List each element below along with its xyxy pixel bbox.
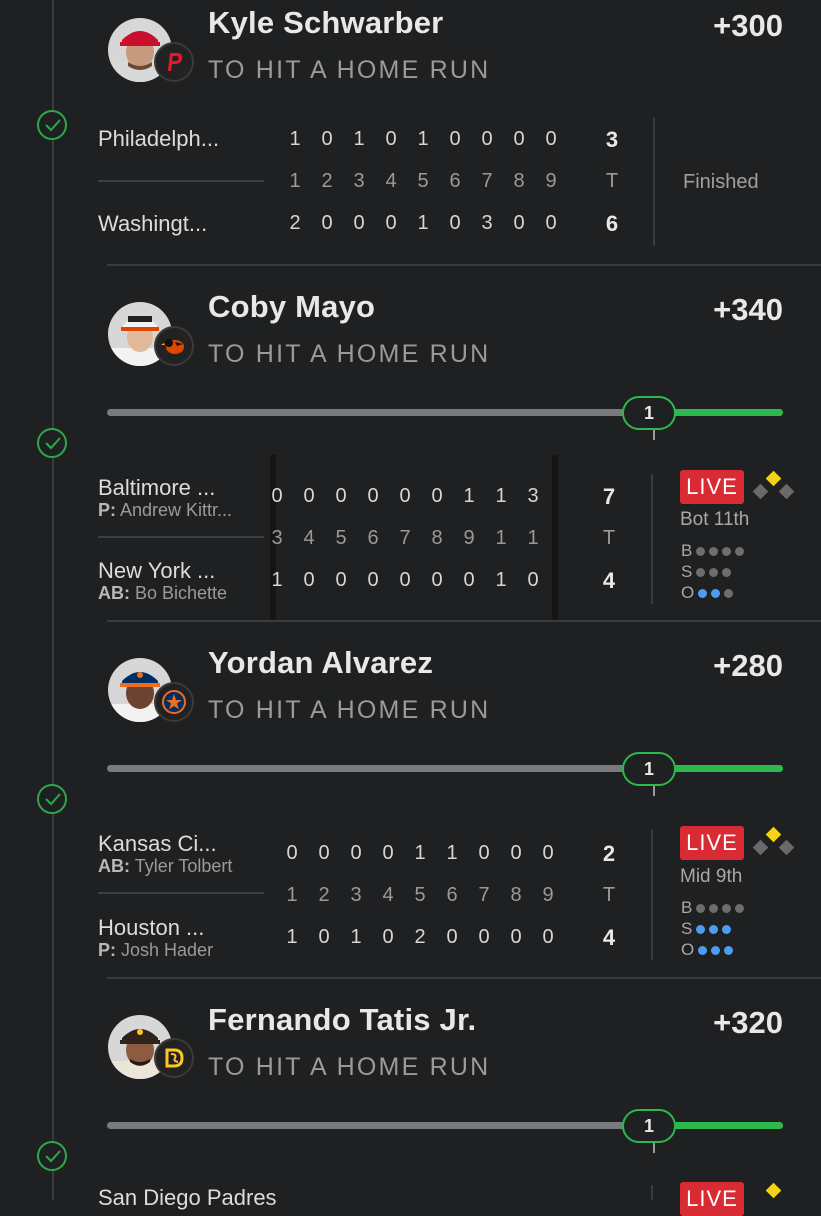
section-divider bbox=[107, 620, 821, 622]
total-label: T bbox=[602, 884, 616, 906]
progress-bar bbox=[107, 409, 783, 416]
team-divider bbox=[98, 180, 264, 182]
player-name: Kyle Schwarber bbox=[208, 5, 444, 40]
astros-logo-icon bbox=[154, 682, 194, 722]
away-total: 2 bbox=[602, 841, 616, 866]
away-team-name: Kansas Ci... bbox=[98, 831, 217, 856]
bet-type: TO HIT A HOME RUN bbox=[208, 696, 491, 724]
scoreboard-divider bbox=[651, 474, 653, 604]
home-player-detail: AB: Bo Bichette bbox=[98, 583, 228, 603]
home-total: 4 bbox=[602, 568, 616, 593]
player-name: Yordan Alvarez bbox=[208, 645, 434, 680]
outs-count: O bbox=[681, 940, 734, 960]
bases-icon bbox=[750, 826, 798, 865]
bases-icon bbox=[750, 1182, 798, 1205]
away-innings: 000011000 bbox=[286, 842, 554, 864]
scoreboard-divider bbox=[651, 830, 653, 960]
check-icon bbox=[37, 784, 67, 814]
scoreboard-divider bbox=[651, 1185, 653, 1200]
home-team-name: Washingt... bbox=[98, 211, 208, 236]
home-team-name: New York ... bbox=[98, 558, 216, 583]
away-player-detail: P: Andrew Kittr... bbox=[98, 500, 233, 520]
away-total: 3 bbox=[605, 127, 619, 152]
progress-tick bbox=[653, 1143, 655, 1153]
inning-state: Mid 9th bbox=[680, 866, 743, 887]
odds[interactable]: +300 bbox=[713, 8, 783, 44]
odds[interactable]: +320 bbox=[713, 1005, 783, 1041]
player-name: Coby Mayo bbox=[208, 289, 376, 324]
team-divider bbox=[98, 892, 264, 894]
odds[interactable]: +340 bbox=[713, 292, 783, 328]
check-icon bbox=[37, 428, 67, 458]
orioles-logo-icon bbox=[154, 326, 194, 366]
bet-type: TO HIT A HOME RUN bbox=[208, 1053, 491, 1081]
strikes-count: S bbox=[681, 919, 732, 939]
odds[interactable]: +280 bbox=[713, 648, 783, 684]
home-innings[interactable]: 100000010 bbox=[261, 569, 549, 592]
progress-bar bbox=[107, 1122, 783, 1129]
player-name: Fernando Tatis Jr. bbox=[208, 1002, 477, 1037]
live-badge: LIVE bbox=[680, 1182, 744, 1216]
home-team-name: Houston ... bbox=[98, 915, 205, 940]
check-icon bbox=[37, 1141, 67, 1171]
live-badge: LIVE bbox=[680, 826, 744, 860]
padres-logo-icon bbox=[154, 1038, 194, 1078]
scroll-shadow-right bbox=[552, 455, 558, 620]
away-innings: 101010000 bbox=[289, 128, 557, 150]
progress-marker: 1 bbox=[622, 396, 676, 430]
inning-labels[interactable]: 345678911 bbox=[261, 527, 549, 550]
progress-marker: 1 bbox=[622, 1109, 676, 1143]
bet-type: TO HIT A HOME RUN bbox=[208, 340, 491, 368]
check-icon bbox=[37, 110, 67, 140]
home-innings: 200010300 bbox=[289, 212, 557, 234]
progress-marker: 1 bbox=[622, 752, 676, 786]
progress-tick bbox=[653, 786, 655, 796]
inning-labels: 123456789 bbox=[289, 170, 557, 192]
balls-count: B bbox=[681, 541, 745, 561]
phillies-logo-icon bbox=[154, 42, 194, 82]
strikes-count: S bbox=[681, 562, 732, 582]
bet-type: TO HIT A HOME RUN bbox=[208, 56, 491, 84]
home-total: 6 bbox=[605, 211, 619, 236]
bases-icon bbox=[750, 470, 798, 509]
total-label: T bbox=[605, 170, 619, 192]
total-label: T bbox=[602, 527, 616, 549]
away-total: 7 bbox=[602, 484, 616, 509]
scoreboard-divider bbox=[653, 118, 655, 246]
game-status: Finished bbox=[683, 171, 759, 193]
live-badge: LIVE bbox=[680, 470, 744, 504]
outs-count: O bbox=[681, 583, 734, 603]
progress-bar bbox=[107, 765, 783, 772]
inning-state: Bot 11th bbox=[680, 509, 750, 530]
section-divider bbox=[107, 977, 821, 979]
balls-count: B bbox=[681, 898, 745, 918]
home-player-detail: P: Josh Hader bbox=[98, 940, 214, 960]
team-divider bbox=[98, 536, 264, 538]
home-total: 4 bbox=[602, 925, 616, 950]
section-divider bbox=[107, 264, 821, 266]
home-innings: 101020000 bbox=[286, 926, 554, 948]
away-team-name: San Diego Padres bbox=[98, 1185, 277, 1210]
away-innings[interactable]: 000000113 bbox=[261, 485, 549, 508]
timeline-line bbox=[52, 0, 54, 1200]
away-team-name: Baltimore ... bbox=[98, 475, 216, 500]
away-team-name: Philadelph... bbox=[98, 126, 220, 151]
progress-tick bbox=[653, 430, 655, 440]
inning-labels: 123456789 bbox=[286, 884, 554, 906]
away-player-detail: AB: Tyler Tolbert bbox=[98, 856, 233, 876]
